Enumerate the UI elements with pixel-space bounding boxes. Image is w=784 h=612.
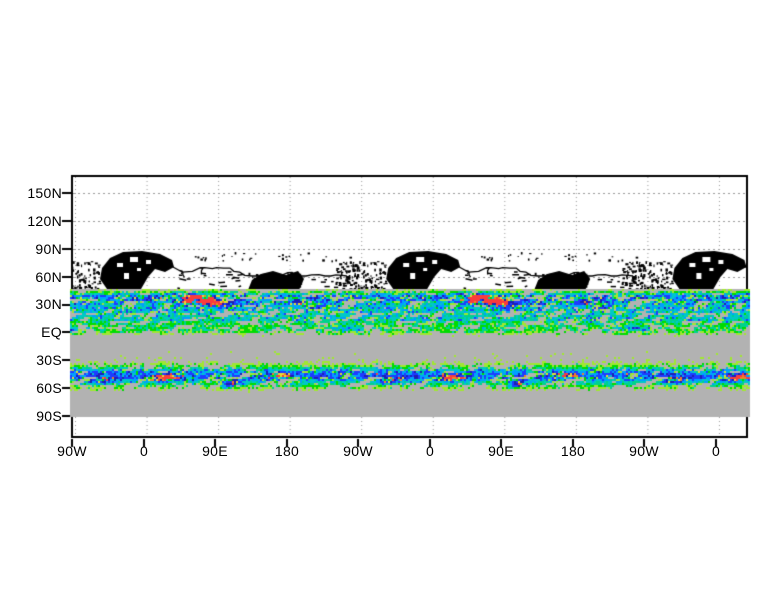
- map-canvas: [0, 0, 784, 612]
- y-tick-label: 150N: [0, 185, 62, 201]
- x-tick-label: 90W: [328, 443, 388, 459]
- y-tick-label: 30N: [0, 296, 62, 312]
- y-tick-label: 90N: [0, 241, 62, 257]
- x-tick-label: 90W: [42, 443, 102, 459]
- x-tick-label: 90E: [471, 443, 531, 459]
- y-tick-label: 60S: [0, 380, 62, 396]
- x-tick-label: 0: [686, 443, 746, 459]
- x-tick-label: 90E: [185, 443, 245, 459]
- x-tick-label: 180: [257, 443, 317, 459]
- x-tick-label: 0: [114, 443, 174, 459]
- y-tick-label: 120N: [0, 213, 62, 229]
- x-tick-label: 180: [543, 443, 603, 459]
- y-tick-label: EQ: [0, 324, 62, 340]
- y-tick-label: 60N: [0, 269, 62, 285]
- x-tick-label: 90W: [614, 443, 674, 459]
- plot-figure: 150N 120N 90N 60N 30N EQ 30S 60S 90S 90W…: [0, 0, 784, 612]
- x-tick-label: 0: [400, 443, 460, 459]
- y-tick-label: 30S: [0, 352, 62, 368]
- y-tick-label: 90S: [0, 408, 62, 424]
